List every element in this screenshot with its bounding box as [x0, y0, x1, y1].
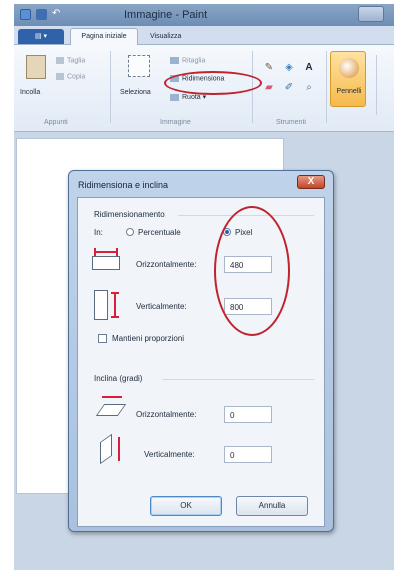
brush-icon: [339, 58, 359, 78]
bucket-icon[interactable]: ◈: [282, 61, 296, 75]
resize-vertical-icon: [94, 290, 122, 320]
skew-horizontal-input[interactable]: 0: [224, 406, 272, 423]
crop-icon: [170, 57, 179, 64]
skew-horizontal-label: Orizzontalmente:: [136, 410, 197, 419]
title-bar: ↶ Immagine - Paint: [14, 4, 394, 26]
undo-icon[interactable]: ↶: [52, 9, 60, 20]
cut-button[interactable]: Taglia: [56, 57, 85, 64]
file-menu-button[interactable]: ▤ ▾: [18, 29, 64, 44]
tab-home[interactable]: Pagina iniziale: [70, 28, 138, 46]
ribbon-tabs: ▤ ▾ Pagina iniziale Visualizza: [14, 26, 394, 46]
eraser-icon[interactable]: ▰: [262, 81, 276, 95]
resize-horizontal-label: Orizzontalmente:: [136, 260, 197, 269]
text-icon[interactable]: A: [302, 61, 316, 75]
copy-button[interactable]: Copia: [56, 73, 85, 80]
rotate-icon: [170, 93, 179, 101]
keep-ratio-checkbox[interactable]: [98, 334, 107, 343]
cancel-button[interactable]: Annulla: [236, 496, 308, 516]
ok-button[interactable]: OK: [150, 496, 222, 516]
resize-horizontal-icon: [92, 248, 120, 270]
resize-vertical-label: Verticalmente:: [136, 302, 187, 311]
annotation-ring-resize: [164, 71, 262, 95]
paste-button-label[interactable]: Incolla: [20, 89, 40, 96]
select-button-label[interactable]: Seleziona: [120, 89, 151, 96]
pencil-icon[interactable]: ✎: [262, 61, 276, 75]
color-picker-icon[interactable]: ✐: [282, 81, 296, 95]
skew-horizontal-icon: [95, 394, 128, 418]
dialog-body: Ridimensionamento In: Percentuale Pixel …: [77, 197, 325, 527]
skew-heading: Inclina (gradi): [94, 374, 143, 383]
annotation-ring-pixel: [214, 206, 290, 336]
copy-icon: [56, 73, 64, 80]
scissors-icon: [56, 57, 64, 64]
ribbon-divider: [326, 51, 327, 123]
brushes-button[interactable]: Pennelli: [330, 51, 366, 107]
paint-window: ↶ Immagine - Paint ▤ ▾ Pagina iniziale V…: [14, 4, 394, 570]
skew-vertical-label: Verticalmente:: [144, 450, 195, 459]
tab-view[interactable]: Visualizza: [150, 29, 181, 44]
resize-heading: Ridimensionamento: [94, 210, 165, 219]
skew-vertical-input[interactable]: 0: [224, 446, 272, 463]
copy-label: Copia: [67, 73, 86, 81]
crop-button[interactable]: Ritaglia: [170, 57, 205, 64]
magnifier-icon[interactable]: ⌕: [302, 81, 316, 95]
ribbon-divider: [110, 51, 111, 123]
keep-ratio-label[interactable]: Mantieni proporzioni: [112, 334, 184, 343]
window-title: Immagine - Paint: [124, 9, 208, 21]
close-button[interactable]: X: [297, 175, 325, 189]
group-label-tools: Strumenti: [276, 119, 306, 126]
minimize-button[interactable]: [358, 6, 384, 22]
section-divider: [162, 379, 314, 380]
crop-label: Ritaglia: [182, 57, 206, 65]
paint-app-icon[interactable]: [20, 9, 31, 20]
rotate-label: Ruota: [182, 94, 201, 101]
select-icon[interactable]: [128, 55, 150, 77]
resize-skew-dialog: Ridimensiona e inclina X Ridimensionamen…: [68, 170, 334, 532]
group-label-image: Immagine: [160, 119, 191, 126]
skew-vertical-icon: [98, 433, 126, 465]
save-icon[interactable]: [36, 9, 47, 20]
clipboard-icon[interactable]: [26, 55, 46, 79]
radio-percent-label[interactable]: Percentuale: [138, 228, 181, 237]
cut-label: Taglia: [67, 57, 86, 65]
tools-grid: ✎ ◈ A ▰ ✐ ⌕: [260, 59, 322, 107]
brushes-label: Pennelli: [336, 88, 362, 95]
dialog-title: Ridimensiona e inclina: [78, 180, 169, 190]
resize-by-label: In:: [94, 228, 103, 237]
radio-percent[interactable]: [126, 228, 134, 236]
shapes-gallery[interactable]: [376, 55, 394, 115]
group-label-clipboard: Appunti: [44, 119, 68, 126]
